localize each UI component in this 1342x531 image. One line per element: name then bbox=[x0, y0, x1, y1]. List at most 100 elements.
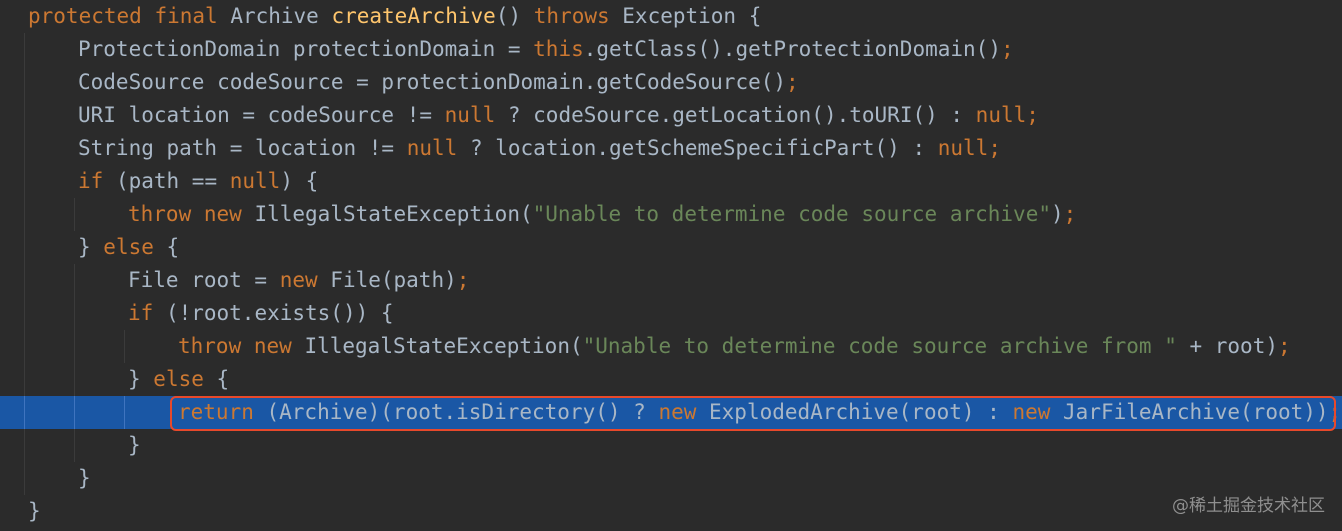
code-token: IllegalStateException( bbox=[291, 334, 583, 358]
code-line[interactable]: if (path == null) { bbox=[0, 165, 1342, 198]
indent-guide bbox=[24, 198, 25, 231]
code-line[interactable]: } else { bbox=[0, 363, 1342, 396]
code-token: ) bbox=[1050, 202, 1064, 226]
code-text: throw new IllegalStateException("Unable … bbox=[178, 330, 1291, 363]
indent-guide bbox=[24, 462, 25, 495]
watermark-text: @稀土掘金技术社区 bbox=[1172, 496, 1325, 516]
indent-guide bbox=[124, 330, 125, 363]
code-text: } else { bbox=[128, 363, 229, 396]
code-token: .getClass().getProtectionDomain() bbox=[583, 37, 1001, 61]
code-token: (path == bbox=[103, 169, 230, 193]
code-text: throw new IllegalStateException("Unable … bbox=[128, 198, 1076, 231]
code-line[interactable]: } bbox=[0, 429, 1342, 462]
code-text: } bbox=[128, 429, 141, 462]
code-line[interactable]: } bbox=[0, 495, 1342, 528]
code-token: new bbox=[253, 334, 292, 358]
code-token: ; bbox=[988, 136, 1001, 160]
indent-guide bbox=[74, 264, 75, 297]
code-text: CodeSource codeSource = protectionDomain… bbox=[78, 66, 799, 99]
code-token: (!root.exists()) { bbox=[153, 301, 394, 325]
indent-guide bbox=[24, 132, 25, 165]
code-token: ProtectionDomain protectionDomain = bbox=[78, 37, 534, 61]
code-token: null bbox=[444, 103, 496, 127]
indent-guide bbox=[24, 264, 25, 297]
code-text: protected final Archive createArchive() … bbox=[28, 0, 761, 33]
code-text: if (!root.exists()) { bbox=[128, 297, 394, 330]
code-token: else bbox=[153, 367, 204, 391]
code-token: if bbox=[128, 301, 154, 325]
code-token: if bbox=[78, 169, 104, 193]
indent-guide bbox=[74, 297, 75, 330]
indent-guide bbox=[24, 363, 25, 396]
code-token: () bbox=[495, 4, 534, 28]
code-line[interactable]: String path = location != null ? locatio… bbox=[0, 132, 1342, 165]
code-token: IllegalStateException( bbox=[241, 202, 533, 226]
code-token: { bbox=[153, 235, 180, 259]
code-token: "Unable to determine code source archive… bbox=[532, 202, 1051, 226]
code-token: ? location.getSchemeSpecificPart() : bbox=[457, 136, 938, 160]
code-token: new bbox=[203, 202, 242, 226]
code-line[interactable]: } bbox=[0, 462, 1342, 495]
indent-guide bbox=[74, 198, 75, 231]
indent-guide bbox=[74, 396, 75, 429]
code-line[interactable]: URI location = codeSource != null ? code… bbox=[0, 99, 1342, 132]
indent-guide bbox=[24, 165, 25, 198]
code-token: } bbox=[78, 235, 104, 259]
code-token: + root) bbox=[1176, 334, 1278, 358]
code-token: } bbox=[128, 433, 141, 457]
code-line[interactable]: File root = new File(path); bbox=[0, 264, 1342, 297]
code-token: Archive bbox=[217, 4, 332, 28]
code-token: } bbox=[78, 466, 91, 490]
code-token: throw bbox=[178, 334, 242, 358]
code-token: } bbox=[128, 367, 154, 391]
code-text: } bbox=[28, 495, 41, 528]
code-line[interactable]: protected final Archive createArchive() … bbox=[0, 0, 1342, 33]
code-token: CodeSource codeSource = protectionDomain… bbox=[78, 70, 787, 94]
code-text: } else { bbox=[78, 231, 179, 264]
code-token: this bbox=[533, 37, 584, 61]
indent-guide bbox=[124, 396, 125, 429]
code-token: null bbox=[975, 103, 1027, 127]
code-token: } bbox=[28, 499, 41, 523]
code-token: new bbox=[279, 268, 318, 292]
code-line[interactable]: CodeSource codeSource = protectionDomain… bbox=[0, 66, 1342, 99]
code-line[interactable]: ProtectionDomain protectionDomain = this… bbox=[0, 33, 1342, 66]
code-token: ; bbox=[1026, 103, 1039, 127]
code-token: ? codeSource.getLocation().toURI() : bbox=[495, 103, 976, 127]
indent-guide bbox=[74, 363, 75, 396]
code-token: ; bbox=[1278, 334, 1291, 358]
code-line[interactable]: throw new IllegalStateException("Unable … bbox=[0, 198, 1342, 231]
indent-guide bbox=[24, 330, 25, 363]
code-token: { bbox=[203, 367, 230, 391]
code-token: File root = bbox=[128, 268, 280, 292]
code-line[interactable]: throw new IllegalStateException("Unable … bbox=[0, 330, 1342, 363]
code-token: String path = location != bbox=[78, 136, 407, 160]
code-token: ) { bbox=[280, 169, 319, 193]
code-token: null bbox=[937, 136, 989, 160]
code-line[interactable]: if (!root.exists()) { bbox=[0, 297, 1342, 330]
code-token: null bbox=[406, 136, 458, 160]
code-text: ProtectionDomain protectionDomain = this… bbox=[78, 33, 1014, 66]
code-token: throw bbox=[128, 202, 192, 226]
code-editor[interactable]: protected final Archive createArchive() … bbox=[0, 0, 1342, 531]
code-token: "Unable to determine code source archive… bbox=[582, 334, 1177, 358]
code-text: URI location = codeSource != null ? code… bbox=[78, 99, 1039, 132]
code-token: protected bbox=[28, 4, 142, 28]
highlight-box bbox=[170, 396, 1336, 431]
code-token: else bbox=[103, 235, 154, 259]
code-token: createArchive bbox=[331, 4, 496, 28]
indent-guide bbox=[74, 330, 75, 363]
indent-guide bbox=[24, 231, 25, 264]
code-line[interactable]: } else { bbox=[0, 231, 1342, 264]
indent-guide bbox=[24, 99, 25, 132]
indent-guide bbox=[24, 66, 25, 99]
indent-guide bbox=[24, 297, 25, 330]
code-token: ; bbox=[1000, 37, 1014, 61]
indent-guide bbox=[24, 396, 25, 429]
indent-guide bbox=[74, 429, 75, 462]
code-token: ; bbox=[456, 268, 470, 292]
code-token: File(path) bbox=[317, 268, 457, 292]
code-text: File root = new File(path); bbox=[128, 264, 469, 297]
